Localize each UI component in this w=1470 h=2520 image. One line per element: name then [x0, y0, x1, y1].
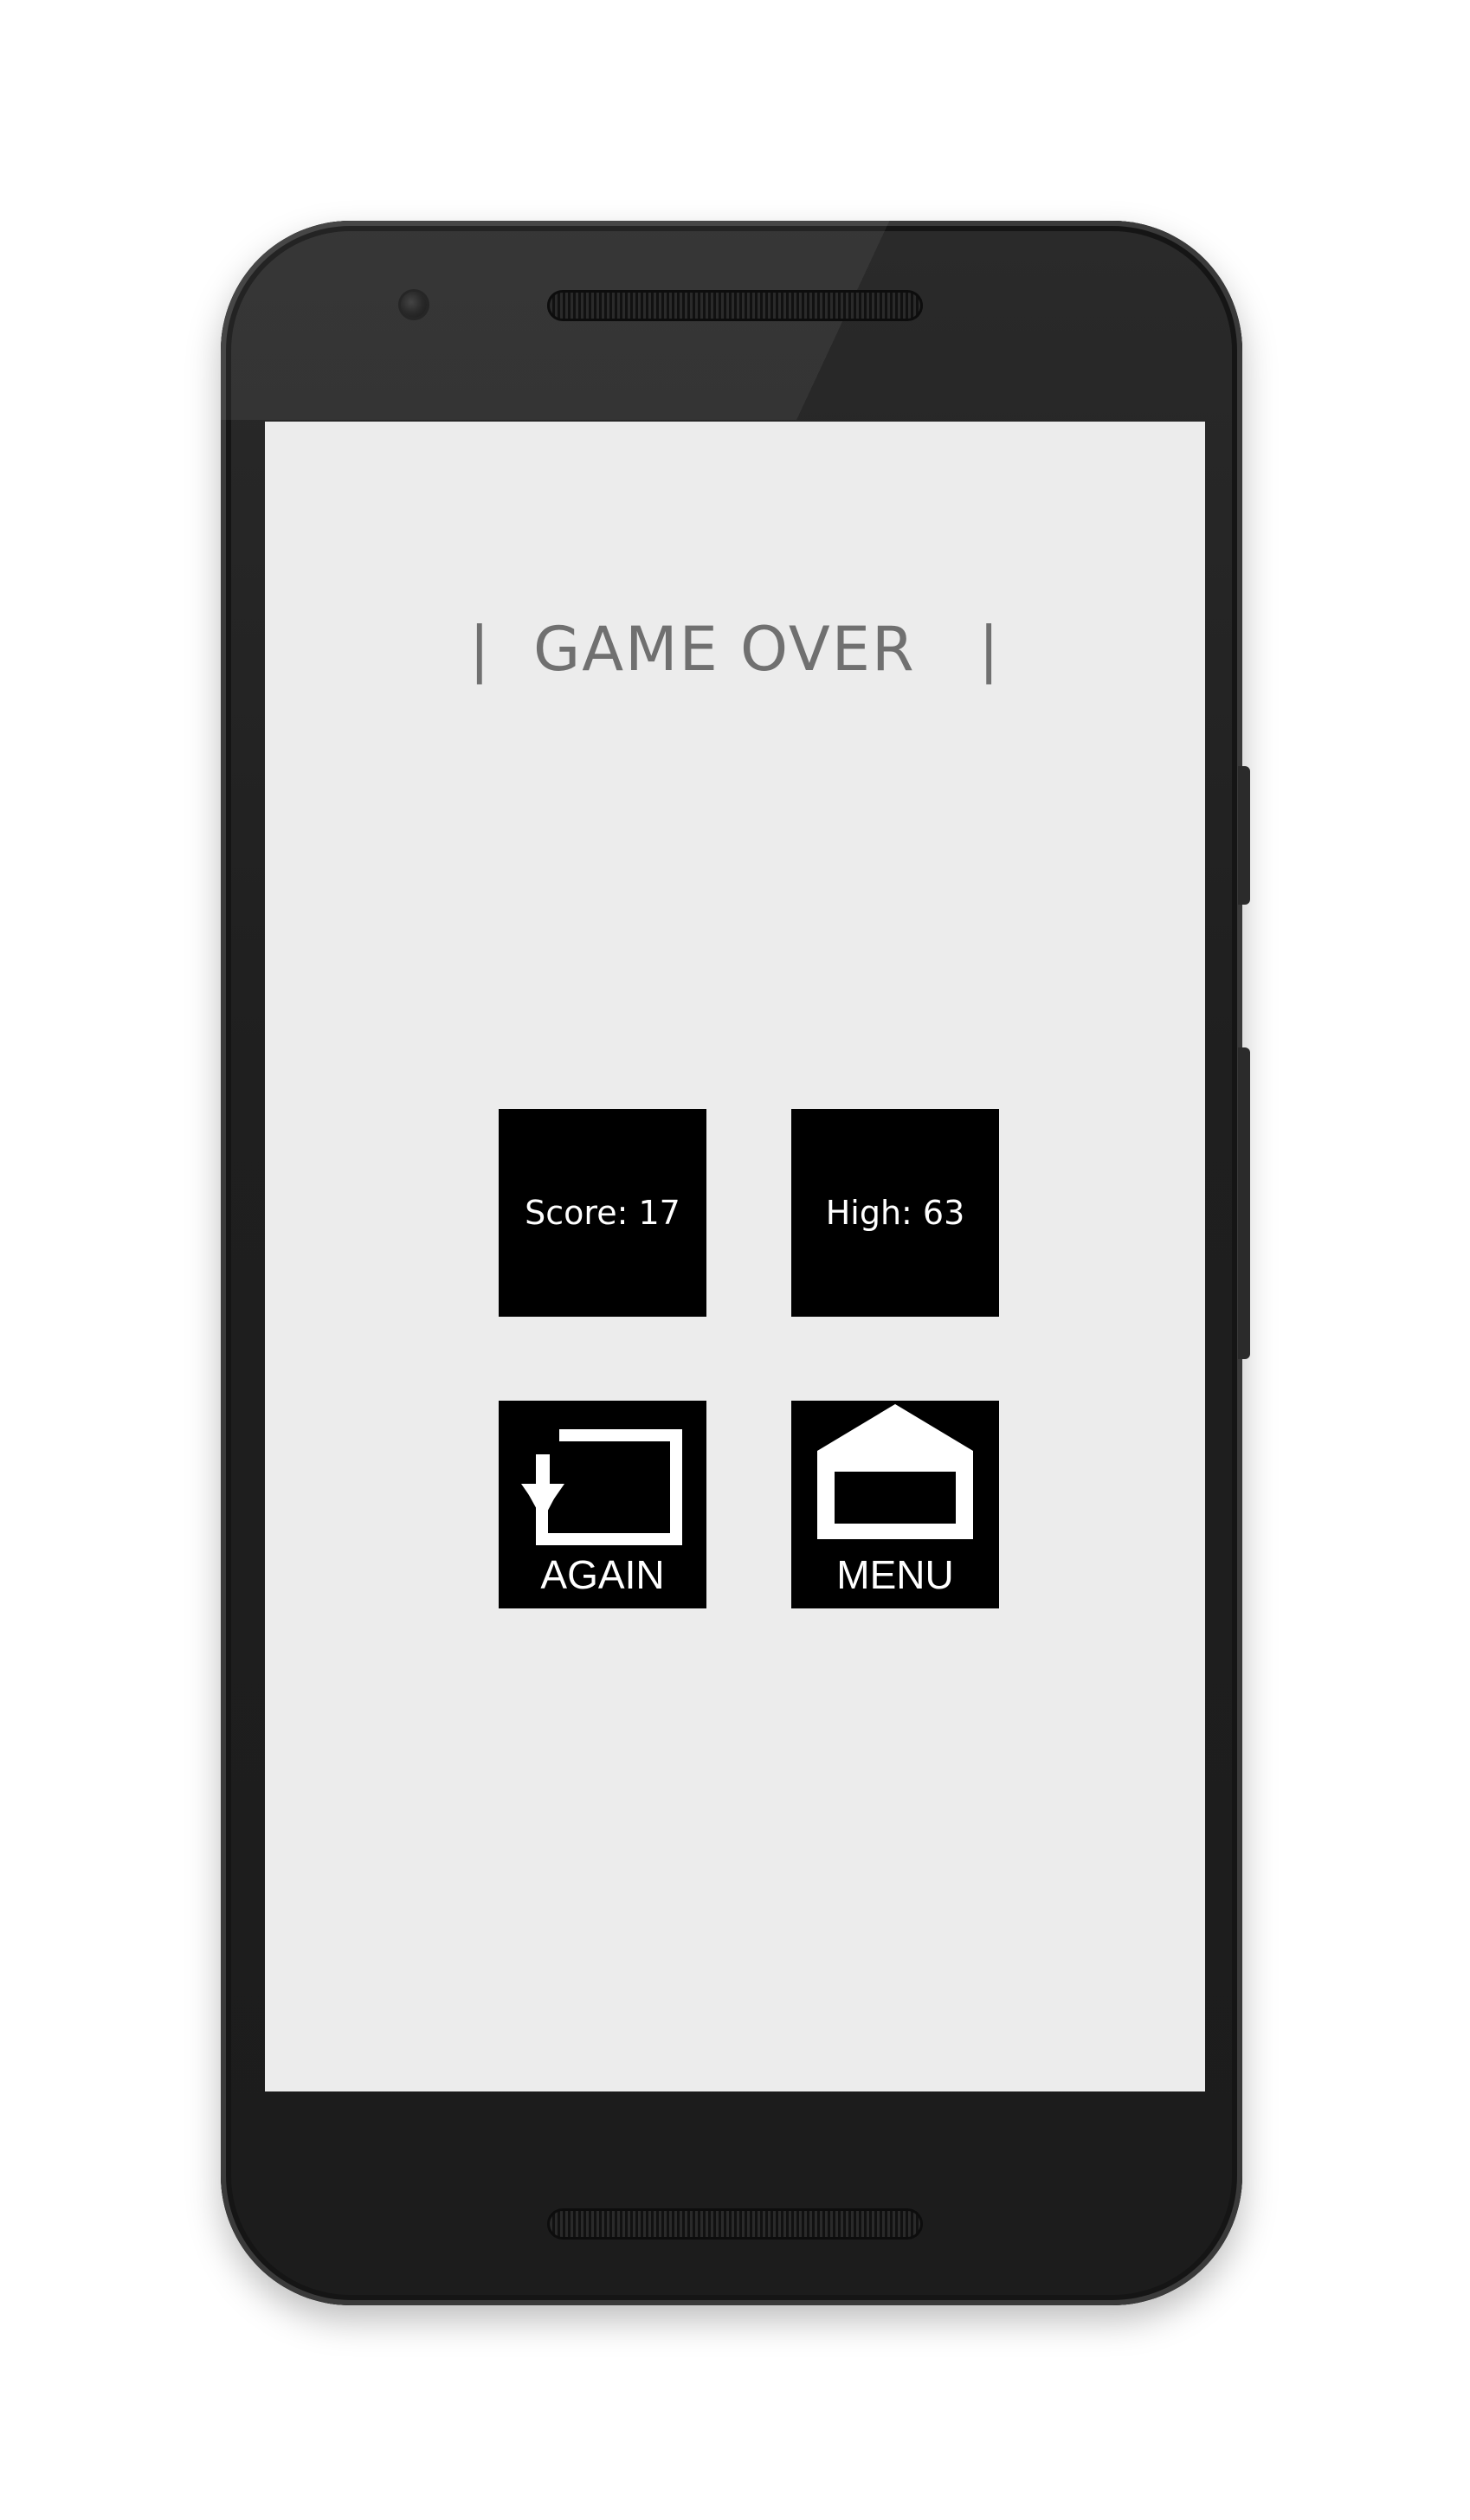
score-value: Score: 17	[525, 1194, 680, 1232]
high-score-tile: High: 63	[791, 1109, 999, 1317]
again-button[interactable]: AGAIN	[499, 1401, 706, 1608]
again-label: AGAIN	[540, 1552, 665, 1597]
high-score-value: High: 63	[825, 1194, 965, 1232]
score-tile: Score: 17	[499, 1109, 706, 1317]
game-over-screen: | GAME OVER | Score: 17 High: 63 AGAIN M…	[265, 422, 1205, 2091]
front-camera	[401, 292, 427, 318]
bottom-speaker	[547, 2208, 923, 2240]
earpiece-speaker	[547, 290, 923, 321]
volume-button	[1238, 1047, 1250, 1359]
menu-button[interactable]: MENU	[791, 1401, 999, 1608]
power-button	[1238, 766, 1250, 905]
game-over-title: | GAME OVER |	[468, 614, 1002, 685]
menu-label: MENU	[836, 1552, 954, 1597]
